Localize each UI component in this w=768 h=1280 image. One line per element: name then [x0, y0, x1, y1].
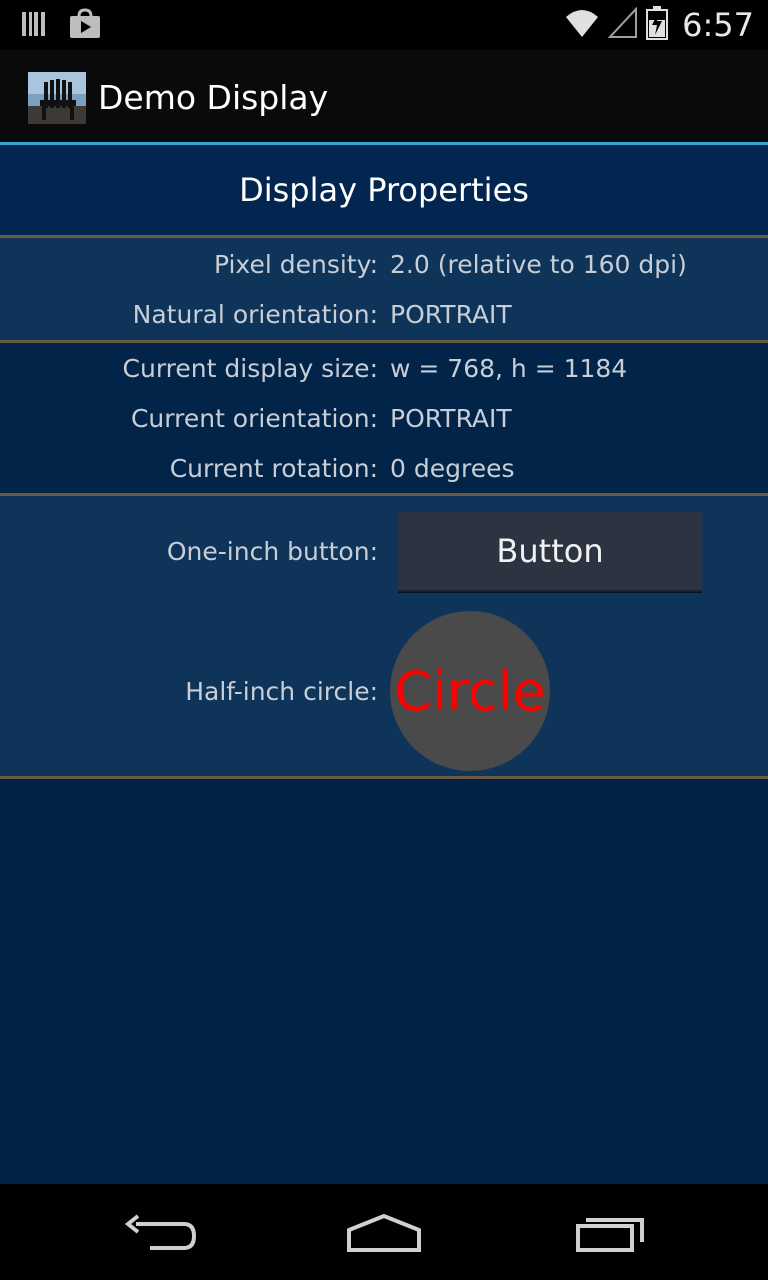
section-density: Pixel density: 2.0 (relative to 160 dpi)… [0, 238, 768, 340]
circle-text: Circle [394, 659, 546, 723]
page-title: Display Properties [239, 171, 529, 209]
property-label: Natural orientation: [132, 300, 378, 329]
section-samples: One-inch button: Button Half-inch circle… [0, 496, 768, 776]
property-row-current-orientation: Current orientation: PORTRAIT [0, 404, 768, 444]
one-inch-button-label: One-inch button: [166, 537, 378, 566]
property-row-current-rotation: Current rotation: 0 degrees [0, 454, 768, 494]
property-label: Current rotation: [169, 454, 378, 483]
status-time: 6:57 [682, 6, 754, 44]
half-inch-circle-label: Half-inch circle: [185, 677, 378, 706]
action-bar: Demo Display [0, 50, 768, 142]
property-label: Current display size: [122, 354, 378, 383]
property-row-pixel-density: Pixel density: 2.0 (relative to 160 dpi) [0, 250, 768, 290]
status-bar: 6:57 [0, 0, 768, 50]
half-inch-circle-row: Half-inch circle: [0, 677, 768, 717]
recent-apps-icon[interactable] [566, 1210, 656, 1258]
property-value: 2.0 (relative to 160 dpi) [390, 250, 687, 279]
home-icon[interactable] [339, 1210, 429, 1258]
content-area: Display Properties Pixel density: 2.0 (r… [0, 145, 768, 1184]
shopping-bag-icon [68, 8, 102, 44]
property-value: w = 768, h = 1184 [390, 354, 628, 383]
back-icon[interactable] [114, 1210, 204, 1258]
property-label: Current orientation: [130, 404, 378, 433]
property-label: Pixel density: [213, 250, 378, 279]
property-value: PORTRAIT [390, 300, 512, 329]
one-inch-button[interactable]: Button [398, 512, 702, 592]
divider [0, 776, 768, 779]
property-row-display-size: Current display size: w = 768, h = 1184 [0, 354, 768, 394]
barcode-icon [20, 8, 48, 44]
app-title: Demo Display [98, 78, 329, 117]
app-chair-icon[interactable] [28, 72, 86, 124]
half-inch-circle: Circle [390, 611, 550, 771]
wifi-icon [564, 7, 600, 43]
section-current-display: Current display size: w = 768, h = 1184 … [0, 343, 768, 493]
property-value: 0 degrees [390, 454, 515, 483]
property-value: PORTRAIT [390, 404, 512, 433]
property-row-natural-orientation: Natural orientation: PORTRAIT [0, 300, 768, 340]
signal-icon [607, 6, 638, 43]
navigation-bar [0, 1184, 768, 1280]
header-band: Display Properties [0, 145, 768, 235]
battery-charging-icon [646, 6, 669, 44]
